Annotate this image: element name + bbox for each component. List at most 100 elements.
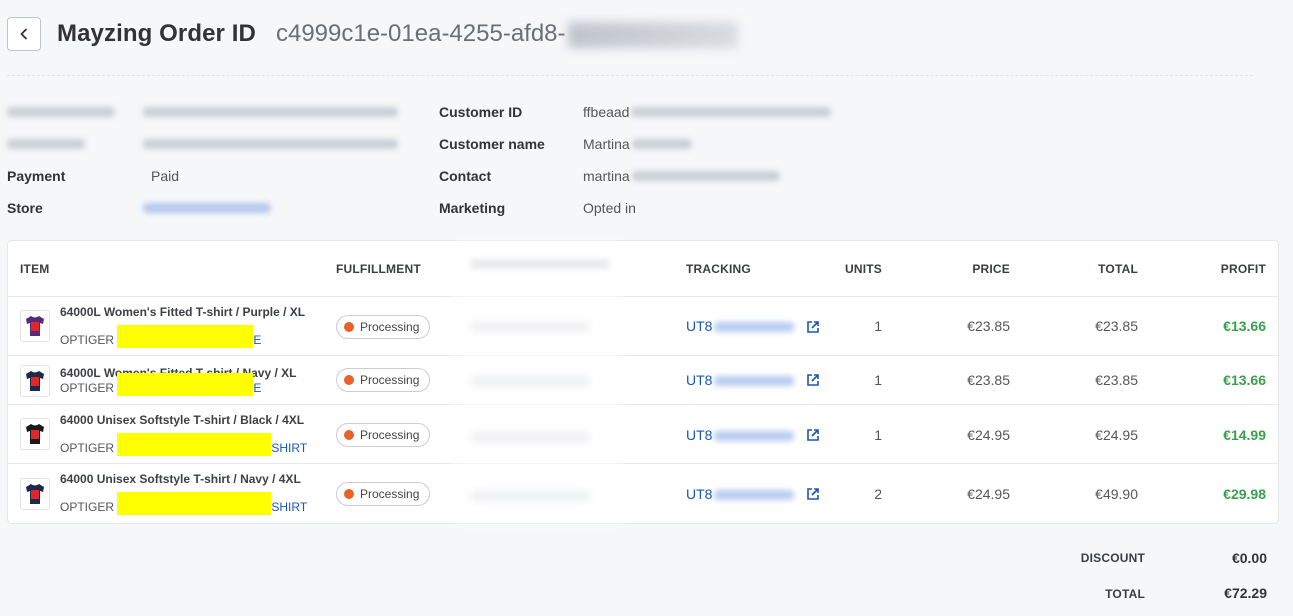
- info-row-contact: Contact martina: [439, 160, 831, 192]
- customer-name-label: Customer name: [439, 136, 545, 152]
- col-tracking: TRACKING: [686, 262, 751, 276]
- value-redacted: [143, 139, 398, 149]
- store-link-redacted[interactable]: [143, 203, 271, 213]
- price: €24.95: [967, 486, 1010, 502]
- units: 2: [874, 486, 882, 502]
- back-button[interactable]: [7, 17, 41, 51]
- customer-id-redacted: [631, 107, 832, 117]
- col-total: TOTAL: [1098, 262, 1138, 276]
- col-item: ITEM: [20, 262, 50, 276]
- col-profit: PROFIT: [1220, 262, 1266, 276]
- item-name: 64000 Unisex Softstyle T-shirt / Black /…: [60, 413, 305, 427]
- profit: €13.66: [1223, 372, 1266, 388]
- customer-id-value: ffbeaad: [583, 104, 630, 120]
- total-value: €72.29: [1224, 585, 1267, 601]
- info-row-payment: Payment Paid: [7, 160, 398, 192]
- external-link-icon[interactable]: [806, 373, 820, 387]
- product-thumbnail: [20, 418, 50, 450]
- label-redacted: [7, 107, 115, 117]
- total: €23.85: [1095, 318, 1138, 334]
- item-name: 64000L Women's Fitted T-shirt / Purple /…: [60, 305, 306, 319]
- units: 1: [874, 318, 882, 334]
- info-row-marketing: Marketing Opted in: [439, 192, 831, 224]
- contact-label: Contact: [439, 168, 492, 184]
- customer-name-value: Martina: [583, 136, 630, 152]
- tracking-link[interactable]: UT8: [686, 427, 795, 443]
- order-info-left: Payment Paid Store: [7, 96, 398, 224]
- tshirt-icon: [26, 316, 44, 336]
- total: €23.85: [1095, 372, 1138, 388]
- table-row[interactable]: 64000L Women's Fitted T-shirt / Navy / X…: [8, 356, 1278, 405]
- tshirt-icon: [26, 484, 44, 504]
- status-badge: Processing: [336, 368, 431, 392]
- order-id: c4999c1e-01ea-4255-afd8-: [276, 20, 738, 48]
- contact-value: martina: [583, 168, 630, 184]
- page-title: Mayzing Order ID: [57, 20, 256, 47]
- total: €49.90: [1095, 486, 1138, 502]
- product-thumbnail: [20, 310, 50, 342]
- info-row-order-id: [7, 96, 398, 128]
- external-link-icon[interactable]: [806, 428, 820, 442]
- info-row-customer-id: Customer ID ffbeaad: [439, 96, 832, 128]
- profit: €13.66: [1223, 318, 1266, 334]
- tracking-link[interactable]: UT8: [686, 318, 795, 334]
- order-id-redacted: [567, 21, 738, 48]
- tshirt-icon: [26, 371, 44, 391]
- item-sku: OPTIGER E: [60, 324, 261, 348]
- tracking-link[interactable]: UT8: [686, 486, 795, 502]
- price: €23.85: [967, 318, 1010, 334]
- payment-value: Paid: [151, 168, 180, 184]
- info-row-customer-name: Customer name Martina: [439, 128, 831, 160]
- store-label: Store: [7, 200, 43, 216]
- status-badge: Processing: [336, 423, 431, 447]
- estimated-column-redaction: [454, 240, 624, 525]
- page-header: Mayzing Order ID c4999c1e-01ea-4255-afd8…: [7, 16, 738, 52]
- external-link-icon[interactable]: [806, 320, 820, 334]
- customer-id-label: Customer ID: [439, 104, 523, 120]
- table-row[interactable]: 64000L Women's Fitted T-shirt / Purple /…: [8, 297, 1278, 356]
- tracking-link[interactable]: UT8: [686, 372, 795, 388]
- col-fulfillment: FULFILLMENT: [336, 262, 421, 276]
- status-dot-icon: [344, 430, 354, 440]
- tshirt-icon: [26, 424, 44, 444]
- table-header: ITEM FULFILLMENT TRACKING UNITS PRICE TO…: [8, 241, 1278, 297]
- line-items-table: ITEM FULFILLMENT TRACKING UNITS PRICE TO…: [7, 240, 1279, 524]
- total-label: TOTAL: [1105, 587, 1145, 601]
- item-sku: OPTIGER E: [60, 372, 261, 396]
- status-badge: Processing: [336, 315, 431, 339]
- payment-label: Payment: [7, 168, 66, 184]
- profit: €14.99: [1223, 427, 1266, 443]
- external-link-icon[interactable]: [806, 487, 820, 501]
- product-thumbnail: [20, 478, 50, 510]
- marketing-value: Opted in: [583, 200, 636, 216]
- info-row-date: [7, 128, 398, 160]
- item-name: 64000 Unisex Softstyle T-shirt / Navy / …: [60, 472, 301, 486]
- discount-value: €0.00: [1231, 550, 1267, 566]
- status-badge: Processing: [336, 482, 431, 506]
- units: 1: [874, 427, 882, 443]
- col-price: PRICE: [972, 262, 1010, 276]
- item-sku: OPTIGER SHIRT: [60, 432, 307, 456]
- table-row[interactable]: 64000 Unisex Softstyle T-shirt / Navy / …: [8, 464, 1278, 523]
- contact-redacted: [631, 171, 780, 181]
- units: 1: [874, 372, 882, 388]
- status-dot-icon: [344, 322, 354, 332]
- table-row[interactable]: 64000 Unisex Softstyle T-shirt / Black /…: [8, 405, 1278, 464]
- header-divider: [7, 75, 1253, 76]
- product-thumbnail: [20, 365, 50, 397]
- price: €23.85: [967, 372, 1010, 388]
- order-info-right: Customer ID ffbeaad Customer name Martin…: [439, 96, 832, 224]
- chevron-left-icon: [20, 28, 27, 40]
- total: €24.95: [1095, 427, 1138, 443]
- profit: €29.98: [1223, 486, 1266, 502]
- status-dot-icon: [344, 489, 354, 499]
- info-row-store: Store: [7, 192, 398, 224]
- discount-label: DISCOUNT: [1080, 551, 1145, 565]
- marketing-label: Marketing: [439, 200, 506, 216]
- label-redacted: [7, 139, 85, 149]
- customer-name-redacted: [631, 139, 692, 149]
- item-sku: OPTIGER SHIRT: [60, 491, 307, 515]
- value-redacted: [143, 107, 398, 117]
- price: €24.95: [967, 427, 1010, 443]
- status-dot-icon: [344, 375, 354, 385]
